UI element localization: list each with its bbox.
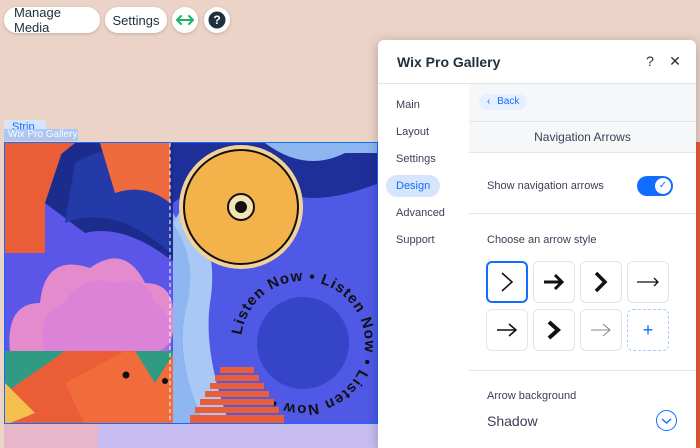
manage-media-label: Manage Media bbox=[14, 5, 61, 35]
arrow-style-chevron-heavy[interactable] bbox=[533, 309, 575, 351]
svg-text:?: ? bbox=[213, 13, 220, 27]
panel-content: ‹ Back Navigation Arrows Show navigation… bbox=[469, 84, 696, 448]
arrow-long-thin-icon bbox=[637, 277, 659, 287]
section-title-label: Navigation Arrows bbox=[534, 130, 631, 144]
arrow-style-chevron-thin[interactable] bbox=[486, 261, 528, 303]
toggle-check-icon: ✓ bbox=[655, 178, 671, 194]
gallery-tag[interactable]: Wix Pro Gallery bbox=[4, 129, 78, 141]
back-chevron-icon: ‹ bbox=[487, 96, 491, 107]
panel-title: Wix Pro Gallery bbox=[397, 53, 501, 70]
gallery-image[interactable]: Listen Now • Listen Now • Listen Now • bbox=[4, 142, 378, 424]
arrow-background-select[interactable]: Shadow bbox=[487, 413, 538, 429]
panel-nav: Main Layout Settings Design Advanced Sup… bbox=[378, 84, 469, 448]
arrow-style-arrow-regular[interactable] bbox=[486, 309, 528, 351]
arrow-style-chevron-bold[interactable] bbox=[580, 261, 622, 303]
gallery-next-thumb bbox=[4, 424, 98, 448]
help-button[interactable]: ? bbox=[204, 7, 230, 33]
arrow-bold-icon bbox=[544, 273, 565, 291]
show-arrows-toggle[interactable]: ✓ bbox=[637, 176, 673, 196]
nav-item-settings[interactable]: Settings bbox=[386, 148, 440, 170]
settings-label: Settings bbox=[112, 12, 160, 28]
chevron-thin-icon bbox=[501, 272, 514, 292]
section-title: Navigation Arrows bbox=[469, 121, 696, 153]
divider bbox=[469, 213, 696, 214]
manage-media-button[interactable]: Manage Media bbox=[4, 5, 100, 35]
nav-item-support[interactable]: Support bbox=[386, 229, 440, 251]
panel-help-icon[interactable]: ? bbox=[641, 53, 659, 69]
gallery-artwork: Listen Now • Listen Now • Listen Now • bbox=[5, 143, 377, 423]
arrow-style-arrow-long-thin[interactable] bbox=[627, 261, 669, 303]
arrow-background-label: Arrow background bbox=[487, 390, 577, 402]
chevron-bold-icon bbox=[594, 271, 608, 293]
settings-button[interactable]: Settings bbox=[105, 7, 167, 33]
plus-icon: + bbox=[642, 320, 654, 340]
gallery-tag-label: Wix Pro Gallery bbox=[8, 129, 78, 140]
arrow-style-label: Choose an arrow style bbox=[487, 234, 597, 246]
settings-panel: Wix Pro Gallery ? ✕ Main Layout Settings… bbox=[378, 40, 696, 448]
back-row: ‹ Back bbox=[469, 84, 696, 121]
arrow-light-icon bbox=[591, 323, 611, 337]
nav-item-main[interactable]: Main bbox=[386, 94, 440, 116]
arrow-background-dropdown[interactable] bbox=[656, 410, 677, 431]
show-arrows-label: Show navigation arrows bbox=[487, 180, 604, 192]
back-label: Back bbox=[497, 96, 520, 107]
stretch-button[interactable] bbox=[172, 7, 198, 33]
arrow-style-arrow-bold[interactable] bbox=[533, 261, 575, 303]
panel-close-icon[interactable]: ✕ bbox=[666, 53, 684, 70]
help-icon: ? bbox=[208, 11, 226, 29]
chevron-heavy-icon bbox=[547, 320, 561, 340]
add-custom-arrow-button[interactable]: + bbox=[627, 309, 669, 351]
nav-item-design[interactable]: Design bbox=[386, 175, 440, 197]
arrow-style-arrow-light[interactable] bbox=[580, 309, 622, 351]
arrow-regular-icon bbox=[497, 323, 518, 337]
nav-item-advanced[interactable]: Advanced bbox=[386, 202, 445, 224]
gallery-next-row bbox=[4, 424, 378, 448]
divider bbox=[469, 370, 696, 371]
back-button[interactable]: ‹ Back bbox=[479, 94, 528, 110]
horizontal-arrows-icon bbox=[176, 15, 194, 25]
chevron-down-icon bbox=[661, 418, 672, 425]
nav-item-layout[interactable]: Layout bbox=[386, 121, 440, 143]
